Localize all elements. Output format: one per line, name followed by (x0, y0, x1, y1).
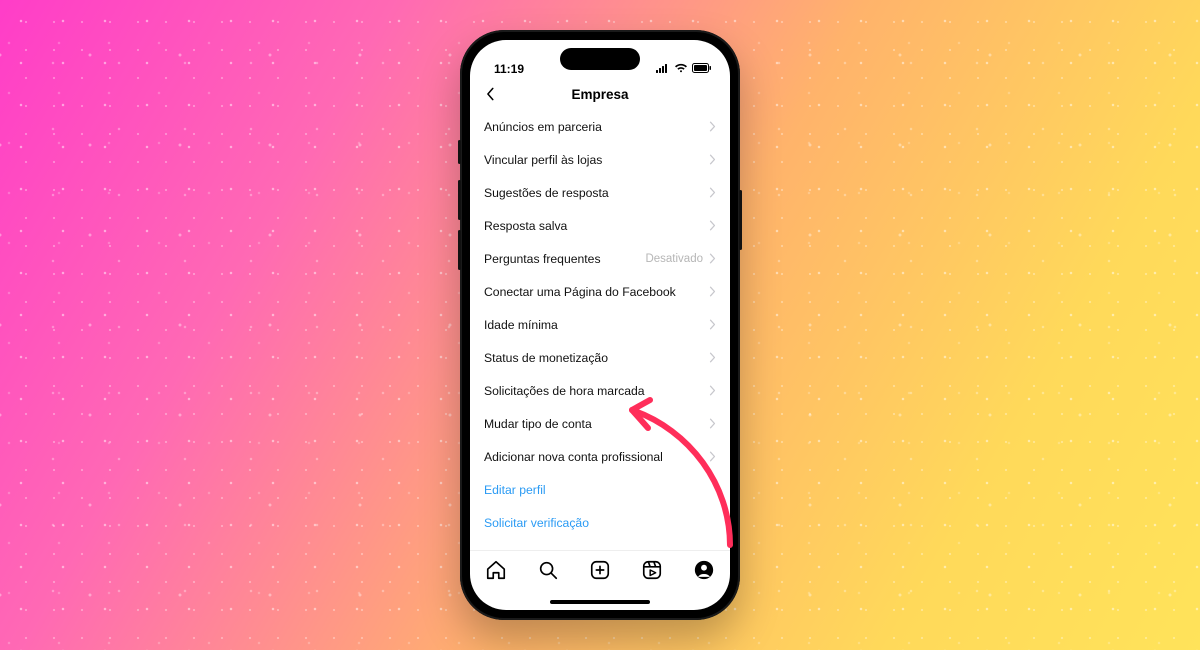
tab-reels[interactable] (641, 559, 663, 581)
chevron-right-icon (709, 286, 716, 297)
phone-screen: 11:19 Empresa (470, 40, 730, 610)
list-item[interactable]: Solicitar verificação (470, 506, 730, 539)
phone-side-button (458, 180, 461, 220)
profile-icon (693, 559, 715, 581)
list-item-label: Sugestões de resposta (484, 186, 609, 200)
back-button[interactable] (478, 82, 502, 106)
list-item-label: Resposta salva (484, 219, 567, 233)
list-item-label: Perguntas frequentes (484, 252, 601, 266)
dynamic-island (560, 48, 640, 70)
reels-icon (641, 559, 663, 581)
list-item[interactable]: Perguntas frequentes Desativado (470, 242, 730, 275)
phone-side-button (458, 140, 461, 164)
wifi-icon (674, 62, 688, 76)
settings-list: Anúncios em parceria Vincular perfil às l… (470, 110, 730, 550)
list-item-label: Solicitar verificação (484, 516, 589, 530)
tab-profile[interactable] (693, 559, 715, 581)
chevron-right-icon (709, 319, 716, 330)
signal-icon (656, 62, 670, 76)
page-header: Empresa (470, 78, 730, 110)
tab-create[interactable] (589, 559, 611, 581)
list-item[interactable]: Mudar tipo de conta (470, 407, 730, 440)
chevron-right-icon (709, 451, 716, 462)
chevron-right-icon (709, 385, 716, 396)
battery-icon (692, 62, 712, 76)
list-item-label: Editar perfil (484, 483, 546, 497)
list-item-label: Mudar tipo de conta (484, 417, 592, 431)
list-item-label: Conectar uma Página do Facebook (484, 285, 676, 299)
chevron-right-icon (709, 121, 716, 132)
list-item[interactable]: Resposta salva (470, 209, 730, 242)
phone-side-button (739, 190, 742, 250)
tab-search[interactable] (537, 559, 559, 581)
plus-square-icon (589, 559, 611, 581)
search-icon (537, 559, 559, 581)
list-item[interactable]: Conectar uma Página do Facebook (470, 275, 730, 308)
list-item-label: Vincular perfil às lojas (484, 153, 602, 167)
home-indicator (550, 600, 650, 604)
home-icon (485, 559, 507, 581)
list-item-label: Status de monetização (484, 351, 608, 365)
list-item[interactable]: Editar perfil (470, 473, 730, 506)
list-item[interactable]: Solicitações de hora marcada (470, 374, 730, 407)
chevron-right-icon (709, 220, 716, 231)
chevron-right-icon (709, 253, 716, 264)
phone-frame: 11:19 Empresa (460, 30, 740, 620)
list-item[interactable]: Sugestões de resposta (470, 176, 730, 209)
list-item-label: Solicitações de hora marcada (484, 384, 645, 398)
list-item-label: Anúncios em parceria (484, 120, 602, 134)
chevron-right-icon (709, 418, 716, 429)
page-title: Empresa (571, 87, 628, 102)
list-item[interactable]: Adicionar nova conta profissional (470, 440, 730, 473)
chevron-left-icon (483, 87, 497, 101)
tab-home[interactable] (485, 559, 507, 581)
list-item[interactable]: Vincular perfil às lojas (470, 143, 730, 176)
chevron-right-icon (709, 352, 716, 363)
list-item[interactable]: Idade mínima (470, 308, 730, 341)
list-item[interactable]: Anúncios em parceria (470, 110, 730, 143)
list-item-label: Adicionar nova conta profissional (484, 450, 663, 464)
list-item-label: Idade mínima (484, 318, 558, 332)
phone-side-button (458, 230, 461, 270)
list-item-status: Desativado (645, 253, 703, 265)
background-stage: 11:19 Empresa (0, 0, 1200, 650)
status-time: 11:19 (494, 62, 524, 76)
list-item[interactable]: Status de monetização (470, 341, 730, 374)
chevron-right-icon (709, 154, 716, 165)
chevron-right-icon (709, 187, 716, 198)
